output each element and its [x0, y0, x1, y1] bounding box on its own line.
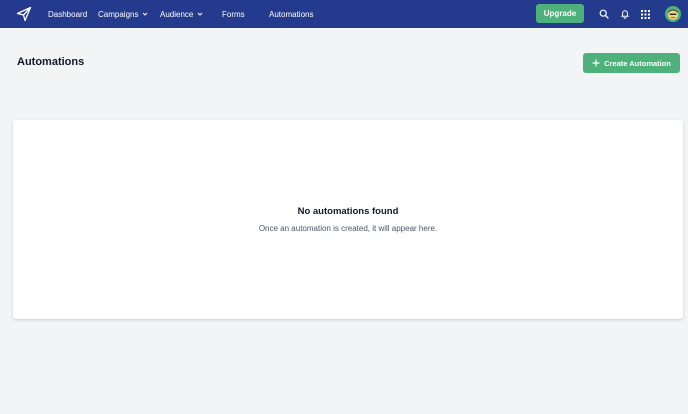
empty-state-card: No automations found Once an automation …	[13, 120, 683, 319]
nav-item-campaigns[interactable]: Campaigns	[98, 0, 148, 28]
create-automation-label: Create Automation	[604, 58, 671, 68]
nav-item-automations[interactable]: Automations	[269, 0, 313, 28]
create-automation-button[interactable]: Create Automation	[583, 53, 680, 73]
nav-item-label: Campaigns	[98, 9, 139, 19]
nav-item-label: Dashboard	[48, 9, 88, 19]
upgrade-button[interactable]: Upgrade	[536, 4, 584, 23]
nav-item-label: Automations	[269, 9, 314, 19]
apps-grid-icon[interactable]	[638, 7, 652, 21]
bell-icon[interactable]	[618, 7, 632, 21]
paper-plane-logo-icon[interactable]	[16, 6, 32, 22]
user-avatar[interactable]	[665, 6, 681, 22]
nav-item-audience[interactable]: Audience	[160, 0, 203, 28]
page-title: Automations	[17, 56, 85, 68]
empty-state-title: No automations found	[297, 206, 399, 217]
plus-icon	[592, 59, 600, 67]
search-icon[interactable]	[597, 7, 611, 21]
nav-item-forms[interactable]: Forms	[222, 0, 245, 28]
empty-state-description: Once an automation is created, it will a…	[258, 224, 438, 233]
nav-item-label: Forms	[222, 9, 245, 19]
top-navbar: Dashboard Campaigns Audience Forms Autom…	[0, 0, 688, 28]
chevron-down-icon	[143, 12, 148, 16]
nav-item-label: Audience	[160, 9, 194, 19]
chevron-down-icon	[198, 12, 203, 16]
nav-item-dashboard[interactable]: Dashboard	[48, 0, 87, 28]
